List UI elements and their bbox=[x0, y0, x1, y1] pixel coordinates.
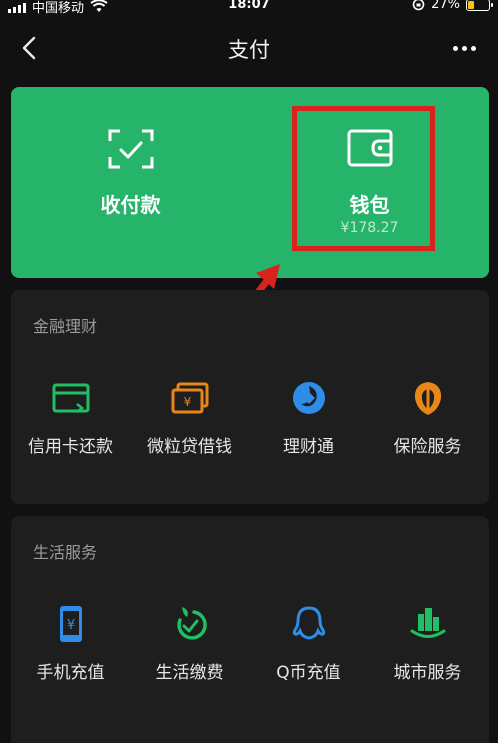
more-options-icon[interactable] bbox=[453, 46, 476, 51]
battery-icon bbox=[466, 0, 493, 11]
svg-text:¥: ¥ bbox=[183, 395, 191, 409]
city-service-icon bbox=[410, 608, 445, 638]
finance-card: 金融理财 信用卡还款 ¥ 微粒贷借钱 理财通 保险服务 bbox=[11, 290, 489, 504]
receive-pay-label: 收付款 bbox=[100, 193, 161, 217]
phone-topup-icon: ¥ bbox=[59, 606, 82, 642]
battery-percent: 27% bbox=[431, 0, 460, 12]
wallet-highlight-box bbox=[292, 106, 435, 251]
scan-receive-icon bbox=[108, 129, 153, 169]
status-bar: 中国移动 18:07 27% bbox=[0, 0, 498, 16]
nav-bar: 支付 bbox=[0, 22, 498, 74]
city-service-item[interactable]: 城市服务 bbox=[368, 604, 487, 704]
qq-coin-item[interactable]: Q币充值 bbox=[249, 604, 368, 704]
status-right: 27% bbox=[412, 0, 493, 12]
page-title: 支付 bbox=[228, 38, 270, 62]
utility-bill-icon bbox=[176, 607, 207, 640]
wealth-label: 理财通 bbox=[283, 437, 334, 457]
qq-coin-label: Q币充值 bbox=[276, 663, 341, 683]
svg-text:¥: ¥ bbox=[66, 618, 74, 633]
life-services-card: 生活服务 ¥ 手机充值 生活缴费 Q币充值 城市服务 bbox=[11, 516, 489, 743]
credit-card-icon bbox=[52, 383, 89, 413]
credit-card-repay-label: 信用卡还款 bbox=[28, 437, 113, 457]
phone-topup-item[interactable]: ¥ 手机充值 bbox=[11, 604, 130, 704]
utility-bill-item[interactable]: 生活缴费 bbox=[130, 604, 249, 704]
insurance-item[interactable]: 保险服务 bbox=[368, 378, 487, 478]
insurance-label: 保险服务 bbox=[393, 437, 462, 457]
phone-topup-label: 手机充值 bbox=[36, 663, 105, 683]
wealth-item[interactable]: 理财通 bbox=[249, 378, 368, 478]
loan-icon: ¥ bbox=[171, 382, 208, 414]
insurance-icon bbox=[414, 382, 441, 415]
life-heading: 生活服务 bbox=[33, 543, 98, 562]
rotation-lock-icon bbox=[412, 0, 425, 11]
weilidai-loan-item[interactable]: ¥ 微粒贷借钱 bbox=[130, 378, 249, 478]
credit-card-repay-item[interactable]: 信用卡还款 bbox=[11, 378, 130, 478]
utility-bill-label: 生活缴费 bbox=[155, 663, 224, 683]
finance-heading: 金融理财 bbox=[33, 317, 98, 336]
receive-pay-button[interactable]: 收付款 bbox=[11, 87, 250, 278]
weilidai-loan-label: 微粒贷借钱 bbox=[147, 437, 232, 457]
wealth-icon bbox=[292, 382, 325, 414]
qq-coin-icon bbox=[292, 606, 325, 640]
city-service-label: 城市服务 bbox=[393, 663, 462, 683]
